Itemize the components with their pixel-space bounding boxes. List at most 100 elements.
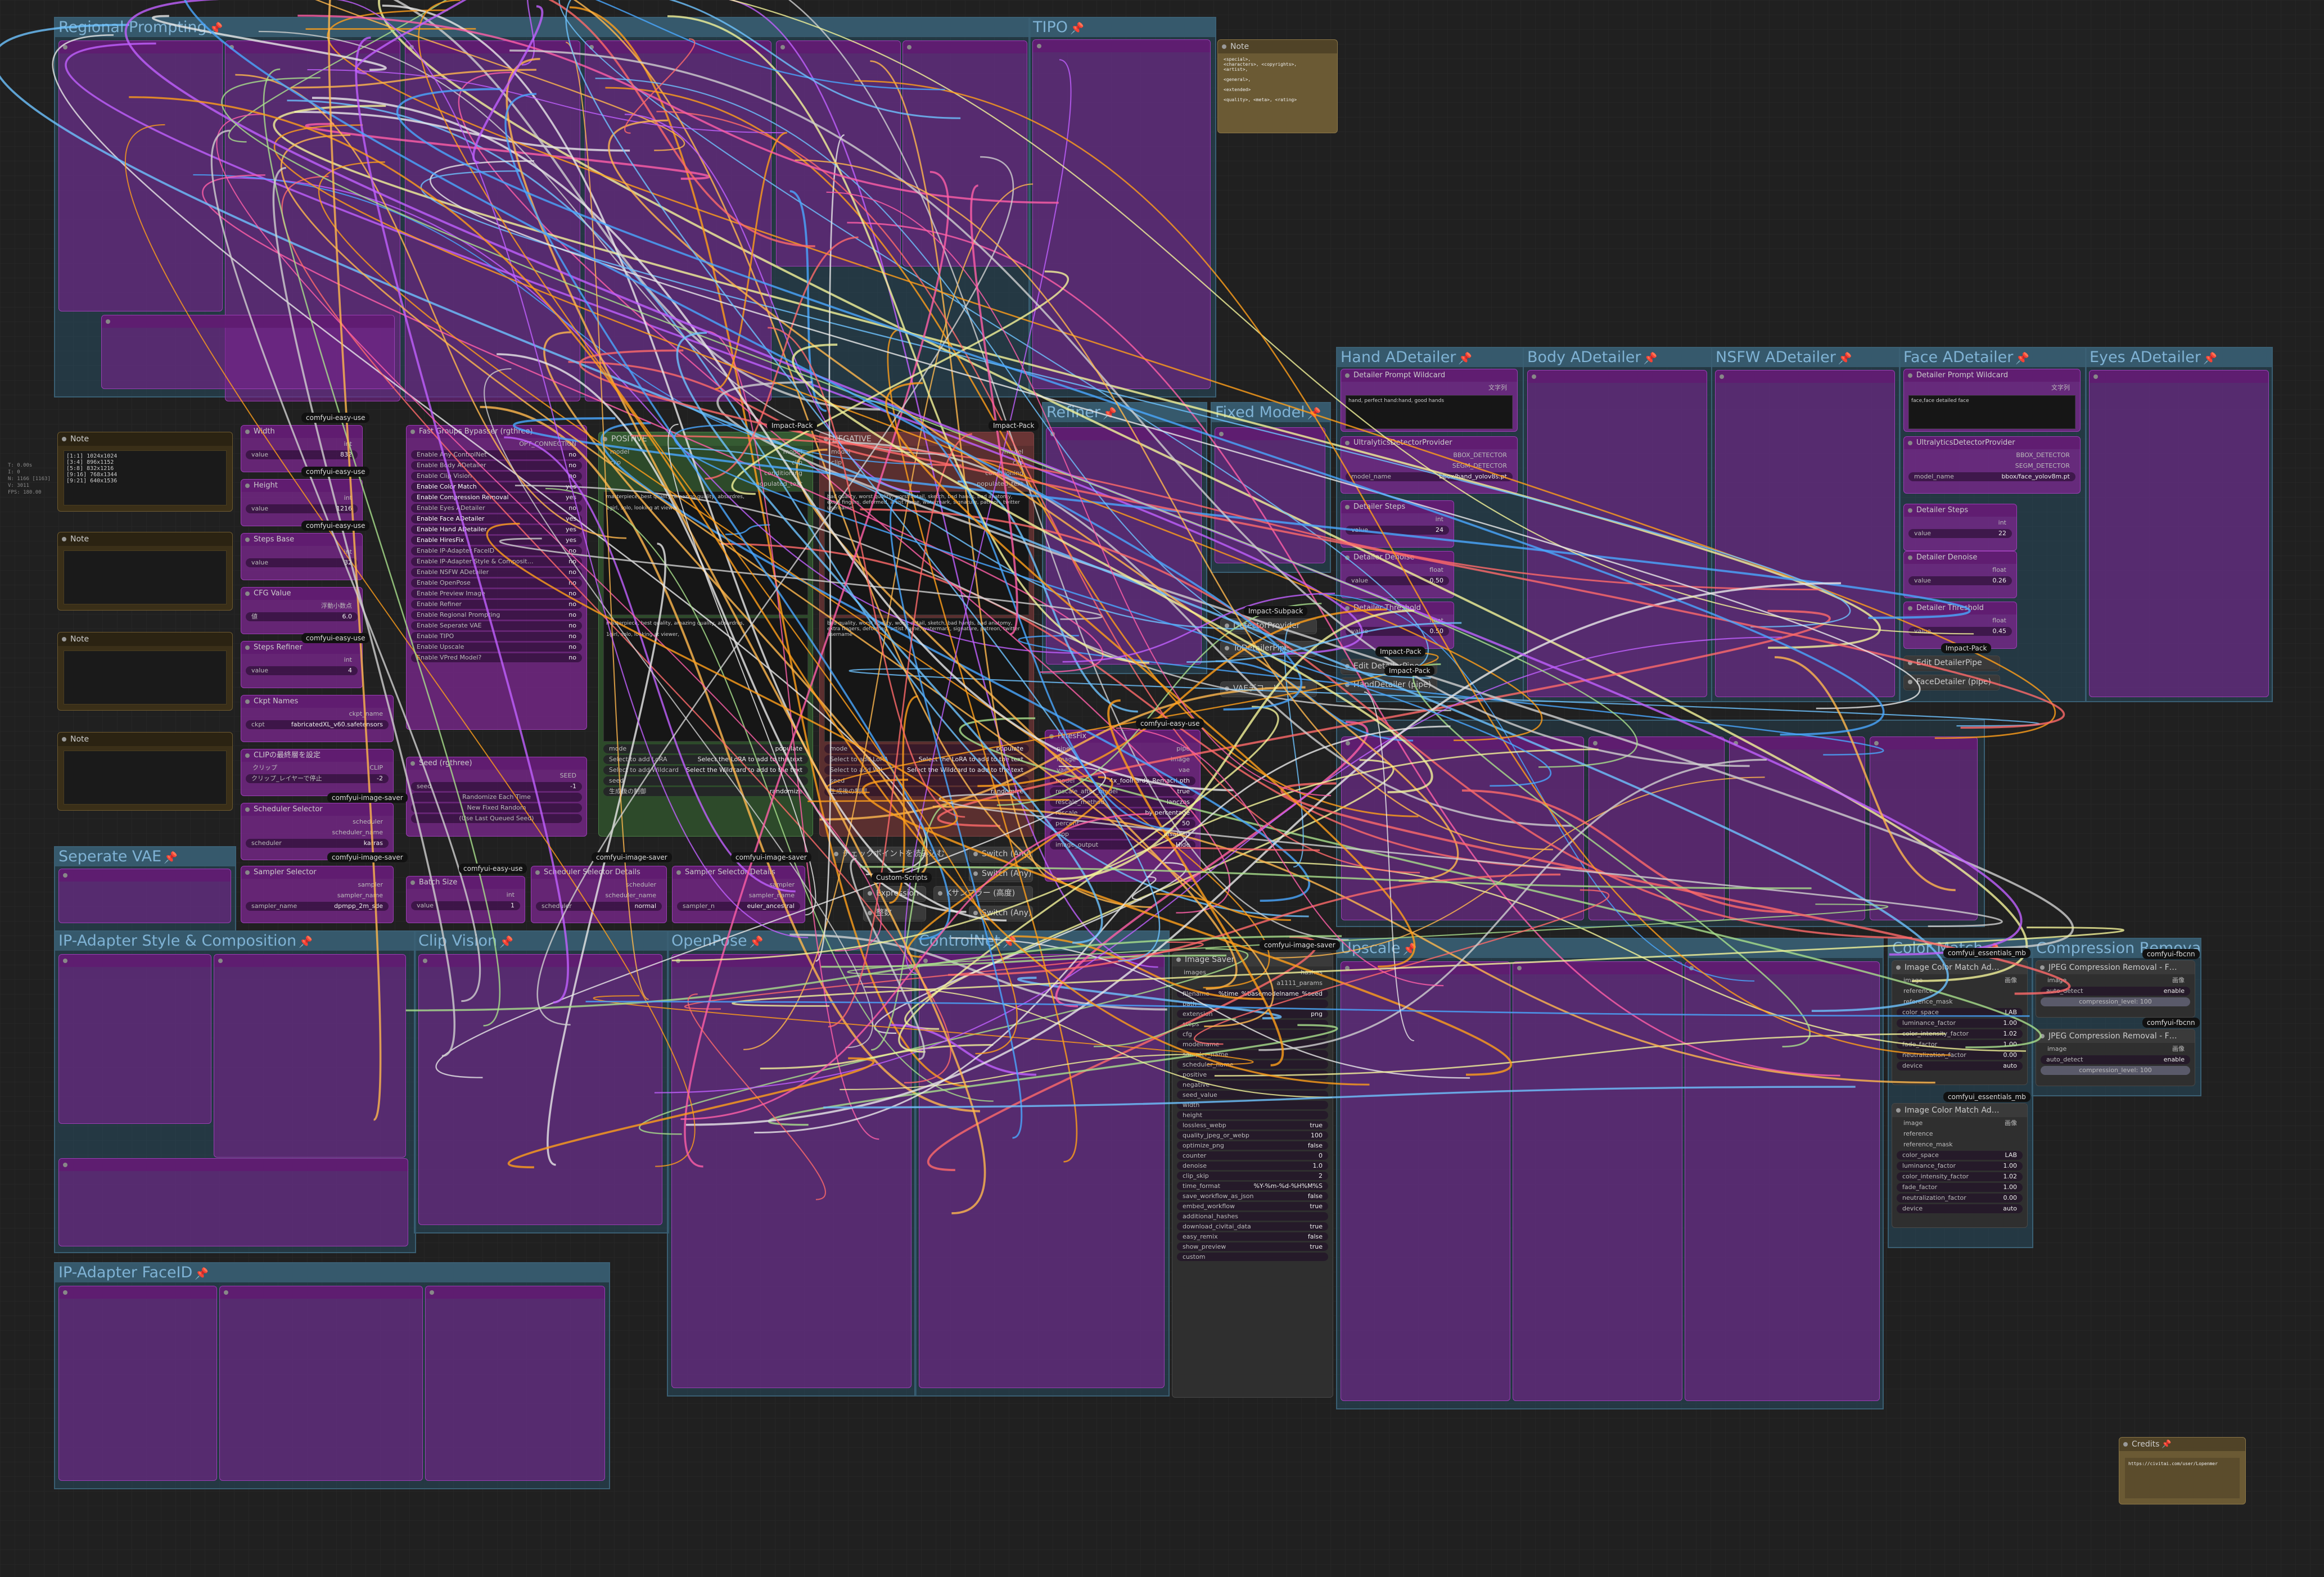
ckpt-select[interactable]: ckpt fabricatedXL_v60.safetensors [246, 720, 389, 729]
jpeg-removal-node-2[interactable]: JPEG Compression Removal - F… image 画像 auto… [2036, 1029, 2195, 1086]
tipo-node[interactable] [1032, 39, 1211, 389]
hiresfix-widget[interactable]: rescale_after_model true [1050, 787, 1195, 796]
hiresfix-node[interactable]: HiresFix pipe pipe image image vae vae mode… [1045, 730, 1201, 882]
color-match-widget[interactable]: color_space LAB [1897, 1151, 2023, 1160]
bypass-toggle[interactable]: Enable IP-Adapter FaceID no [411, 546, 582, 555]
image-saver-widget[interactable]: scheduler_name [1177, 1060, 1328, 1069]
hand-ultralytics-node[interactable]: UltralyticsDetectorProvider BBOX_DETECTO… [1341, 436, 1518, 494]
body-adetailer-node[interactable] [1527, 370, 1707, 697]
hires-preview-node[interactable] [1341, 736, 1584, 920]
color-match-widget[interactable]: fade_factor 1.00 [1897, 1040, 2023, 1049]
image-saver-widget[interactable]: seed_value [1177, 1091, 1328, 1099]
hand-steps-node[interactable]: Detailer Steps int value 24 [1341, 500, 1454, 548]
color-match-widget[interactable]: luminance_factor 1.00 [1897, 1162, 2023, 1171]
face-denoise-value[interactable]: value 0.26 [1908, 576, 2012, 585]
batch-size-value[interactable]: value 1 [411, 901, 520, 910]
note-resolutions[interactable]: Note [1:1] 1024x1024 [3:4] 896x1152 [5:8… [57, 432, 233, 512]
bypass-toggle[interactable]: Enable Refiner no [411, 600, 582, 609]
height-value[interactable]: value 1216 [246, 504, 358, 513]
controlnet-node[interactable] [919, 954, 1165, 1388]
note-text[interactable] [64, 550, 227, 604]
regional-node[interactable] [405, 40, 580, 401]
hand-denoise-node[interactable]: Detailer Denoise float value 0.50 [1341, 551, 1454, 598]
image-saver-widget[interactable]: extension png [1177, 1010, 1328, 1018]
detector-provider-node[interactable]: DetectorProvider [1220, 618, 1317, 634]
bypass-toggle[interactable]: Enable HiresFix yes [411, 536, 582, 545]
hand-model-select[interactable]: model_name bbox/hand_yolov8s.pt [1346, 472, 1513, 481]
image-saver-widget[interactable]: modelname [1177, 1040, 1328, 1049]
bypass-toggle[interactable]: Enable OpenPose no [411, 579, 582, 588]
note-prompt-format[interactable]: Note <special>, <characters>, <copyright… [1217, 39, 1338, 133]
sampler-selector-node[interactable]: Sampler Selector sampler sampler_name sa… [241, 866, 394, 923]
bypass-toggle[interactable]: Enable IP-Adapter Style & Composit… no [411, 557, 582, 566]
image-saver-widget[interactable]: sampler_name [1177, 1050, 1328, 1059]
bypass-toggle[interactable]: Enable Preview Image no [411, 589, 582, 598]
face-edit-detailer-pipe-node[interactable]: Edit DetailerPipe [1903, 656, 2000, 671]
ip-style-node[interactable] [58, 954, 211, 1124]
image-saver-widget[interactable]: optimize_png false [1177, 1141, 1328, 1150]
note-empty[interactable]: Note [57, 532, 233, 611]
image-saver-widget[interactable]: show_preview true [1177, 1242, 1328, 1251]
image-saver-widget[interactable]: download_civitai_data true [1177, 1222, 1328, 1231]
bypass-toggle[interactable]: Enable TIPO no [411, 632, 582, 641]
image-saver-widget[interactable]: positive [1177, 1070, 1328, 1079]
ip-style-node[interactable] [58, 1158, 408, 1246]
positive-lora-select[interactable]: Select to add LoRA Select the LoRA to add… [603, 755, 808, 764]
hiresfix-widget[interactable]: crop disabled [1050, 830, 1195, 839]
positive-mode[interactable]: mode populate [603, 744, 808, 753]
randomize-each-time-button[interactable]: Randomize Each Time [411, 793, 582, 802]
bypass-toggle[interactable]: Enable Seperate VAE no [411, 621, 582, 630]
switch-any-node-3[interactable]: Switch (Any) [969, 906, 1033, 921]
negative-seed[interactable]: seed [824, 776, 1029, 785]
eyes-adetailer-node[interactable] [2089, 370, 2269, 697]
use-last-seed-button[interactable]: (Use Last Queued Seed) [411, 814, 582, 823]
face-steps-node[interactable]: Detailer Steps int value 22 [1903, 504, 2017, 551]
auto-detect-toggle[interactable]: auto_detect enable [2041, 987, 2190, 996]
bypass-toggle[interactable]: Enable Body ADetailer no [411, 461, 582, 470]
image-saver-widget[interactable]: quality_jpeg_or_webp 100 [1177, 1131, 1328, 1140]
nsfw-adetailer-node[interactable] [1715, 370, 1895, 697]
face-threshold-node[interactable]: Detailer Threshold float value 0.45 [1903, 602, 2017, 649]
color-match-widget[interactable]: luminance_factor 1.00 [1897, 1019, 2023, 1028]
compression-level-slider[interactable]: compression_level: 100 [2041, 1066, 2190, 1075]
hand-denoise-value[interactable]: value 0.50 [1346, 576, 1449, 585]
height-node[interactable]: Height int value 1216 [241, 479, 363, 526]
image-saver-widget[interactable]: time_format %Y-%m-%d-%H%M%S [1177, 1182, 1328, 1190]
expression-node[interactable]: Expression [863, 886, 926, 902]
hiresfix-widget[interactable]: rescale by percentage [1050, 808, 1195, 817]
face-steps-value[interactable]: value 22 [1908, 529, 2012, 538]
note-text[interactable]: <special>, <characters>, <copyrights>, <… [1218, 53, 1337, 106]
face-wildcard-text[interactable]: face,face detailed face [1908, 395, 2075, 429]
positive-control-after[interactable]: 生成後の制御 randomize [603, 787, 808, 796]
upscale-node[interactable] [1513, 961, 1682, 1401]
face-wildcard-node[interactable]: Detailer Prompt Wildcard 文字列 face,face d… [1903, 369, 2081, 432]
sampler-select[interactable]: sampler_name dpmpp_2m_sde [246, 902, 389, 911]
positive-wildcard-select[interactable]: Select to add Wildcard Select the Wildcar… [603, 766, 808, 775]
switch-any-node-2[interactable]: Switch (Any) [969, 866, 1033, 882]
note-empty[interactable]: Note [57, 732, 233, 811]
image-saver-widget[interactable]: custom [1177, 1253, 1328, 1261]
scheduler-details-select[interactable]: scheduler normal [536, 902, 662, 911]
face-ultralytics-node[interactable]: UltralyticsDetectorProvider BBOX_DETECTO… [1903, 436, 2081, 494]
color-match-node-2[interactable]: Image Color Match Ad… image 画像 reference ref… [1892, 1103, 2028, 1228]
negative-control-after[interactable]: 生成後の制御 randomize [824, 787, 1029, 796]
openpose-node[interactable] [671, 954, 911, 1388]
image-saver-widget[interactable]: height [1177, 1111, 1328, 1119]
image-saver-widget[interactable]: additional_hashes [1177, 1212, 1328, 1221]
switch-any-node-1[interactable]: Switch (Any) [969, 847, 1033, 862]
image-saver-widget[interactable]: width [1177, 1101, 1328, 1109]
fast-groups-bypasser-node[interactable]: Fast Groups Bypasser (rgthree) OPT_CONNE… [406, 425, 587, 730]
hand-detailer-pipe-node[interactable]: HandDetailer (pipe) [1341, 677, 1437, 693]
checkpoint-loader-node[interactable]: チェックポイントを読み込む [829, 847, 968, 862]
steps-base-node[interactable]: Steps Base int value 32 [241, 533, 363, 580]
image-saver-widget[interactable]: filename %time_%basemodelname_%seed [1177, 989, 1328, 998]
regional-node[interactable] [776, 40, 901, 266]
width-node[interactable]: Width int value 832 [241, 425, 363, 472]
note-text[interactable]: https://civitai.com/user/Lopenmer [2125, 1458, 2240, 1498]
hiresfix-widget[interactable]: rescale_method lanczos [1050, 798, 1195, 807]
cfg-value-node[interactable]: CFG Value 浮動小数点 値 6.0 [241, 587, 363, 634]
color-match-node-1[interactable]: Image Color Match Ad… image 画像 reference ref… [1892, 960, 2028, 1085]
negative-wildcard-select[interactable]: Select to add Wil Select the Wildcard to … [824, 766, 1029, 775]
bypass-toggle[interactable]: Enable Hand ADetailer yes [411, 525, 582, 534]
note-empty[interactable]: Note [57, 632, 233, 711]
